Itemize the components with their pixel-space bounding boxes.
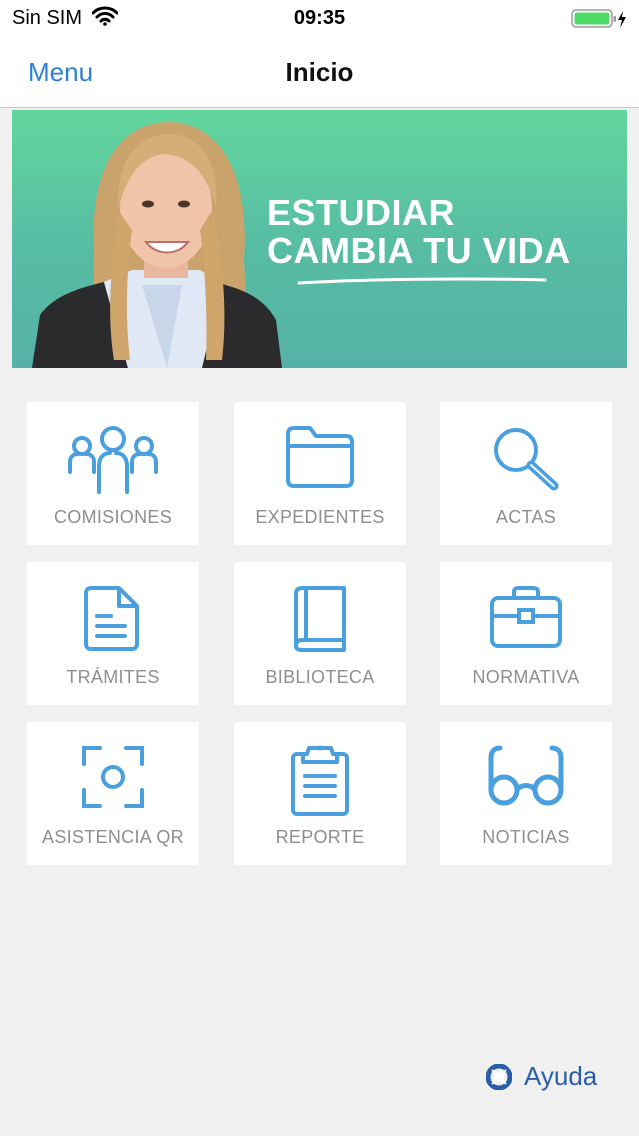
banner-headline: ESTUDIAR CAMBIA TU VIDA [267, 194, 571, 270]
search-icon [494, 428, 559, 491]
banner-line-1: ESTUDIAR [267, 192, 456, 233]
glasses-icon [488, 745, 564, 806]
banner-underline [297, 277, 547, 285]
tile-label: ASISTENCIA QR [42, 827, 184, 847]
clipboard-icon [291, 745, 349, 816]
student-photo [32, 122, 282, 368]
qr-scan-icon [82, 746, 144, 808]
tile-label: COMISIONES [53, 507, 172, 527]
tile-label: BIBLIOTECA [265, 667, 375, 687]
tile-label: NOTICIAS [482, 827, 570, 847]
book-icon [294, 586, 346, 652]
folder-icon [286, 426, 354, 488]
document-icon [84, 586, 139, 651]
navigation-bar: Inicio Menu [0, 40, 639, 108]
tile-label: NORMATIVA [472, 667, 580, 687]
banner-line-2: CAMBIA TU VIDA [267, 230, 571, 271]
tile-biblioteca[interactable]: BIBLIOTECA [234, 562, 406, 705]
tile-actas[interactable]: ACTAS [440, 402, 612, 545]
people-group-icon [68, 426, 158, 494]
briefcase-icon [490, 586, 562, 648]
tile-expedientes[interactable]: EXPEDIENTES [234, 402, 406, 545]
tile-asistencia-qr[interactable]: ASISTENCIA QR [27, 722, 199, 865]
tile-label: TRÁMITES [66, 667, 160, 687]
battery-charging-icon [571, 8, 627, 36]
hero-banner: ESTUDIAR CAMBIA TU VIDA [12, 110, 627, 368]
tile-label: ACTAS [495, 507, 557, 527]
status-bar: Sin SIM 09:35 [0, 0, 639, 40]
menu-button[interactable]: Menu [28, 57, 93, 88]
page-title: Inicio [285, 57, 354, 87]
status-time: 09:35 [293, 7, 346, 29]
tile-label: EXPEDIENTES [255, 507, 385, 527]
tile-normativa[interactable]: NORMATIVA [440, 562, 612, 705]
tile-tramites[interactable]: TRÁMITES [27, 562, 199, 705]
tile-label: REPORTE [275, 827, 365, 847]
tile-noticias[interactable]: NOTICIAS [440, 722, 612, 865]
help-label: Ayuda [524, 1061, 598, 1091]
lifebuoy-icon [485, 1063, 513, 1095]
tile-reporte[interactable]: REPORTE [234, 722, 406, 865]
tile-comisiones[interactable]: COMISIONES [27, 402, 199, 545]
